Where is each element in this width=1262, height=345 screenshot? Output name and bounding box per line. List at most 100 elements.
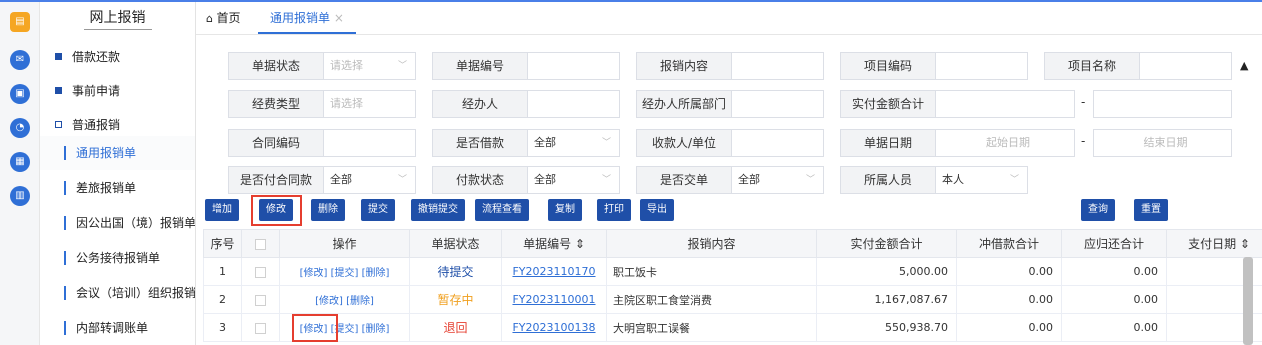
calculator-icon[interactable]: ▦ (10, 152, 30, 172)
row-status: 待提交 (409, 257, 502, 286)
delete-button[interactable]: 删除 (311, 199, 345, 221)
sidebar-item-general-form[interactable]: 通用报销单 (40, 136, 195, 170)
sidebar-item-loan-repayment[interactable]: 借款还款 (40, 40, 195, 74)
row-offset: 0.00 (956, 285, 1062, 314)
payee-input[interactable] (731, 129, 824, 157)
document-icon[interactable]: ▣ (10, 84, 30, 104)
tab-home[interactable]: ⌂ 首页 (206, 2, 241, 34)
row-offset: 0.00 (956, 257, 1062, 286)
add-button[interactable]: 增加 (205, 199, 239, 221)
row-status: 退回 (409, 313, 502, 342)
export-button[interactable]: 导出 (640, 199, 674, 221)
paid-total-min-input[interactable] (935, 90, 1075, 118)
proj-name-label: 项目名称 (1044, 52, 1140, 80)
submitted-label: 是否交单 (636, 166, 732, 194)
reset-button[interactable]: 重置 (1134, 199, 1168, 221)
status-select[interactable]: 请选择 ﹀ (323, 52, 416, 80)
sidebar-item-travel-form[interactable]: 差旅报销单 (40, 171, 195, 205)
reimbursement-app-icon[interactable]: ▤ (10, 12, 30, 32)
tab-general-form[interactable]: 通用报销单 × (258, 2, 356, 34)
contract-label: 合同编码 (228, 129, 324, 157)
row-paid: 1,167,087.67 (816, 285, 957, 314)
report-icon[interactable]: ▥ (10, 186, 30, 206)
col-select[interactable] (241, 229, 280, 258)
submit-button[interactable]: 提交 (361, 199, 395, 221)
dept-label: 经办人所属部门 (636, 90, 732, 118)
close-icon[interactable]: × (334, 11, 344, 25)
col-doc-no[interactable]: 单据编号 ⇕ (501, 229, 607, 258)
sidebar-item-reception-form[interactable]: 公务接待报销单 (40, 241, 195, 275)
chevron-down-icon: ﹀ (601, 138, 611, 148)
row-doc-no-link[interactable]: FY2023110001 (512, 293, 595, 306)
table-scrollbar[interactable] (1243, 257, 1253, 345)
print-button[interactable]: 打印 (597, 199, 631, 221)
row-checkbox[interactable] (255, 266, 266, 278)
ticket-icon[interactable]: ✉ (10, 50, 30, 70)
row-paid: 5,000.00 (816, 257, 957, 286)
reimbursement-table: 序号 操作 单据状态 单据编号 ⇕ 报销内容 实付金额合计 冲借款合计 应归还合… (203, 229, 1262, 342)
fund-label: 经费类型 (228, 90, 324, 118)
sidebar-item-pre-application[interactable]: 事前申请 (40, 74, 195, 108)
select-all-checkbox[interactable] (255, 238, 266, 250)
borrow-select[interactable]: 全部 ﹀ (527, 129, 620, 157)
row-actions[interactable]: [修改] [提交] [删除] (279, 257, 410, 286)
sidebar-item-internal-transfer[interactable]: 内部转调账单 (40, 311, 195, 345)
content-label: 报销内容 (636, 52, 732, 80)
app-rail: ▤ ✉ ▣ ◔ ▦ ▥ (0, 2, 40, 345)
date-start-input[interactable]: 起始日期 (935, 129, 1075, 157)
content-input[interactable] (731, 52, 824, 80)
no-input[interactable] (527, 52, 620, 80)
paid-total-max-input[interactable] (1093, 90, 1232, 118)
bullet-icon (55, 87, 62, 94)
row-content: 主院区职工食堂消费 (606, 285, 817, 314)
date-label: 单据日期 (840, 129, 936, 157)
date-end-input[interactable]: 结束日期 (1093, 129, 1232, 157)
row-actions[interactable]: [修改] [删除] (279, 285, 410, 314)
col-pay-date[interactable]: 支付日期 ⇕ (1166, 229, 1262, 258)
row-content: 大明宫职工误餐 (606, 313, 817, 342)
dept-input[interactable] (731, 90, 824, 118)
home-icon: ⌂ (206, 12, 217, 25)
chevron-down-icon: ﹀ (601, 175, 611, 185)
proj-code-label: 项目编码 (840, 52, 936, 80)
col-offset-total: 冲借款合计 (956, 229, 1062, 258)
withdraw-button[interactable]: 撤销提交 (411, 199, 465, 221)
chevron-down-icon: ﹀ (805, 175, 815, 185)
collapse-icon[interactable]: ▲ (1240, 59, 1248, 72)
col-actions: 操作 (279, 229, 410, 258)
highlight-edit-button (251, 195, 302, 226)
contract-pay-label: 是否付合同款 (228, 166, 324, 194)
row-checkbox[interactable] (255, 294, 266, 306)
col-status: 单据状态 (409, 229, 502, 258)
pay-status-select[interactable]: 全部 ﹀ (527, 166, 620, 194)
fund-select[interactable]: 请选择 (323, 90, 416, 118)
row-doc-no-link[interactable]: FY2023110170 (512, 265, 595, 278)
sidebar-title: 网上报销 (40, 2, 195, 36)
row-index: 2 (203, 285, 242, 314)
copy-button[interactable]: 复制 (548, 199, 582, 221)
owner-select[interactable]: 本人 ﹀ (935, 166, 1028, 194)
row-checkbox[interactable] (255, 322, 266, 334)
flow-view-button[interactable]: 流程查看 (475, 199, 529, 221)
chevron-down-icon: ﹀ (1009, 175, 1019, 185)
contract-pay-select[interactable]: 全部 ﹀ (323, 166, 416, 194)
contract-input[interactable] (323, 129, 416, 157)
sidebar-item-abroad-form[interactable]: 因公出国（境）报销单 (40, 206, 195, 240)
row-index: 1 (203, 257, 242, 286)
sidebar-item-meeting-form[interactable]: 会议（培训）组织报销单 (40, 276, 195, 310)
row-doc-no-link[interactable]: FY2023100138 (512, 321, 595, 334)
proj-name-input[interactable] (1139, 52, 1232, 80)
submitted-select[interactable]: 全部 ﹀ (731, 166, 824, 194)
proj-code-input[interactable] (935, 52, 1028, 80)
table-row: 2 [修改] [删除] 暂存中 FY2023110001 主院区职工食堂消费 1… (203, 285, 1262, 314)
row-return: 0.00 (1061, 257, 1167, 286)
table-row: 1 [修改] [提交] [删除] 待提交 FY2023110170 职工饭卡 5… (203, 257, 1262, 286)
range-dash: - (1081, 95, 1086, 109)
row-content: 职工饭卡 (606, 257, 817, 286)
row-status: 暂存中 (409, 285, 502, 314)
pie-chart-icon[interactable]: ◔ (10, 118, 30, 138)
handler-input[interactable] (527, 90, 620, 118)
query-button[interactable]: 查询 (1081, 199, 1115, 221)
owner-label: 所属人员 (840, 166, 936, 194)
pay-status-label: 付款状态 (432, 166, 528, 194)
